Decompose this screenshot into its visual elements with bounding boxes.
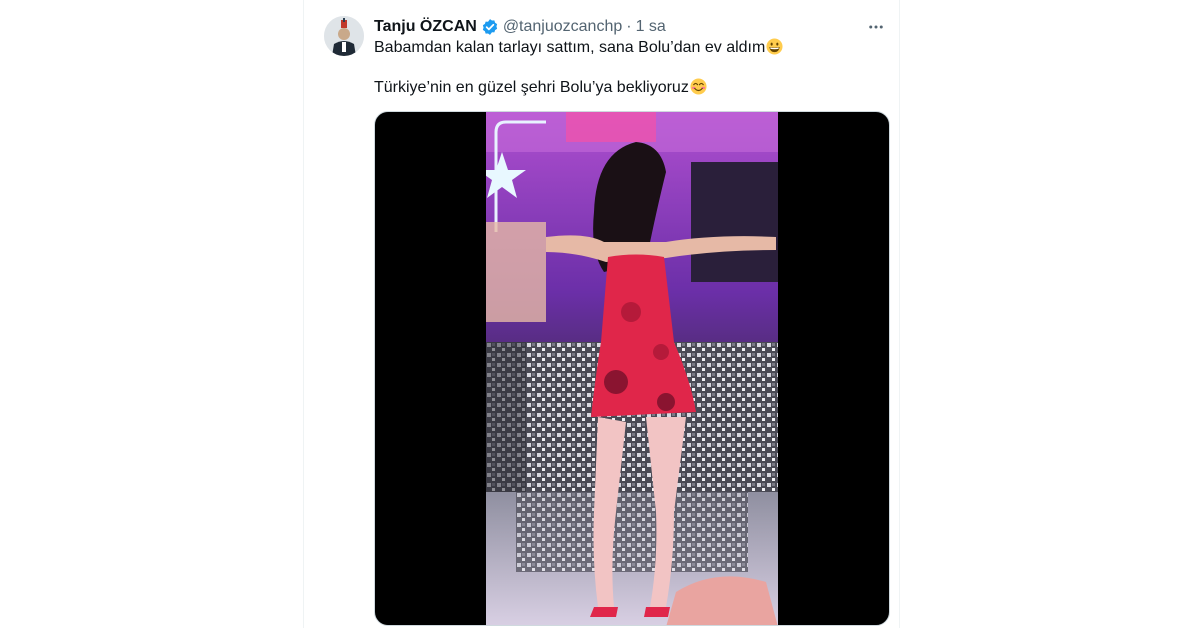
video-thumbnail[interactable] bbox=[486, 112, 778, 625]
separator-dot: · bbox=[626, 18, 632, 35]
tweet-text: Babamdan kalan tarlayı sattım, sana Bolu… bbox=[374, 38, 884, 98]
tweet-text-line-1: Babamdan kalan tarlayı sattım, sana Bolu… bbox=[374, 38, 884, 58]
tweet-text-line-1-content: Babamdan kalan tarlayı sattım, sana Bolu… bbox=[374, 39, 766, 56]
tweet[interactable]: Tanju ÖZCAN @tanjuozcanchp · 1 sa Babamd… bbox=[304, 0, 899, 628]
more-horizontal-icon bbox=[869, 25, 883, 29]
timeline-column: Tanju ÖZCAN @tanjuozcanchp · 1 sa Babamd… bbox=[303, 0, 900, 628]
smiling-face-with-smiling-eyes-emoji bbox=[690, 78, 707, 95]
verified-badge-icon[interactable] bbox=[481, 18, 499, 36]
tweet-header: Tanju ÖZCAN @tanjuozcanchp · 1 sa bbox=[374, 16, 666, 38]
avatar-image bbox=[324, 16, 364, 56]
timestamp[interactable]: 1 sa bbox=[636, 18, 666, 36]
user-handle[interactable]: @tanjuozcanchp bbox=[503, 18, 622, 36]
tweet-media-video[interactable] bbox=[374, 111, 890, 626]
grinning-face-emoji bbox=[766, 38, 783, 55]
more-button[interactable] bbox=[863, 14, 889, 40]
avatar[interactable] bbox=[324, 16, 364, 56]
display-name[interactable]: Tanju ÖZCAN bbox=[374, 18, 477, 36]
tweet-text-line-2: Türkiye’nin en güzel şehri Bolu’ya bekli… bbox=[374, 78, 884, 98]
video-frame-image bbox=[486, 112, 778, 625]
tweet-text-line-2-content: Türkiye’nin en güzel şehri Bolu’ya bekli… bbox=[374, 79, 689, 96]
